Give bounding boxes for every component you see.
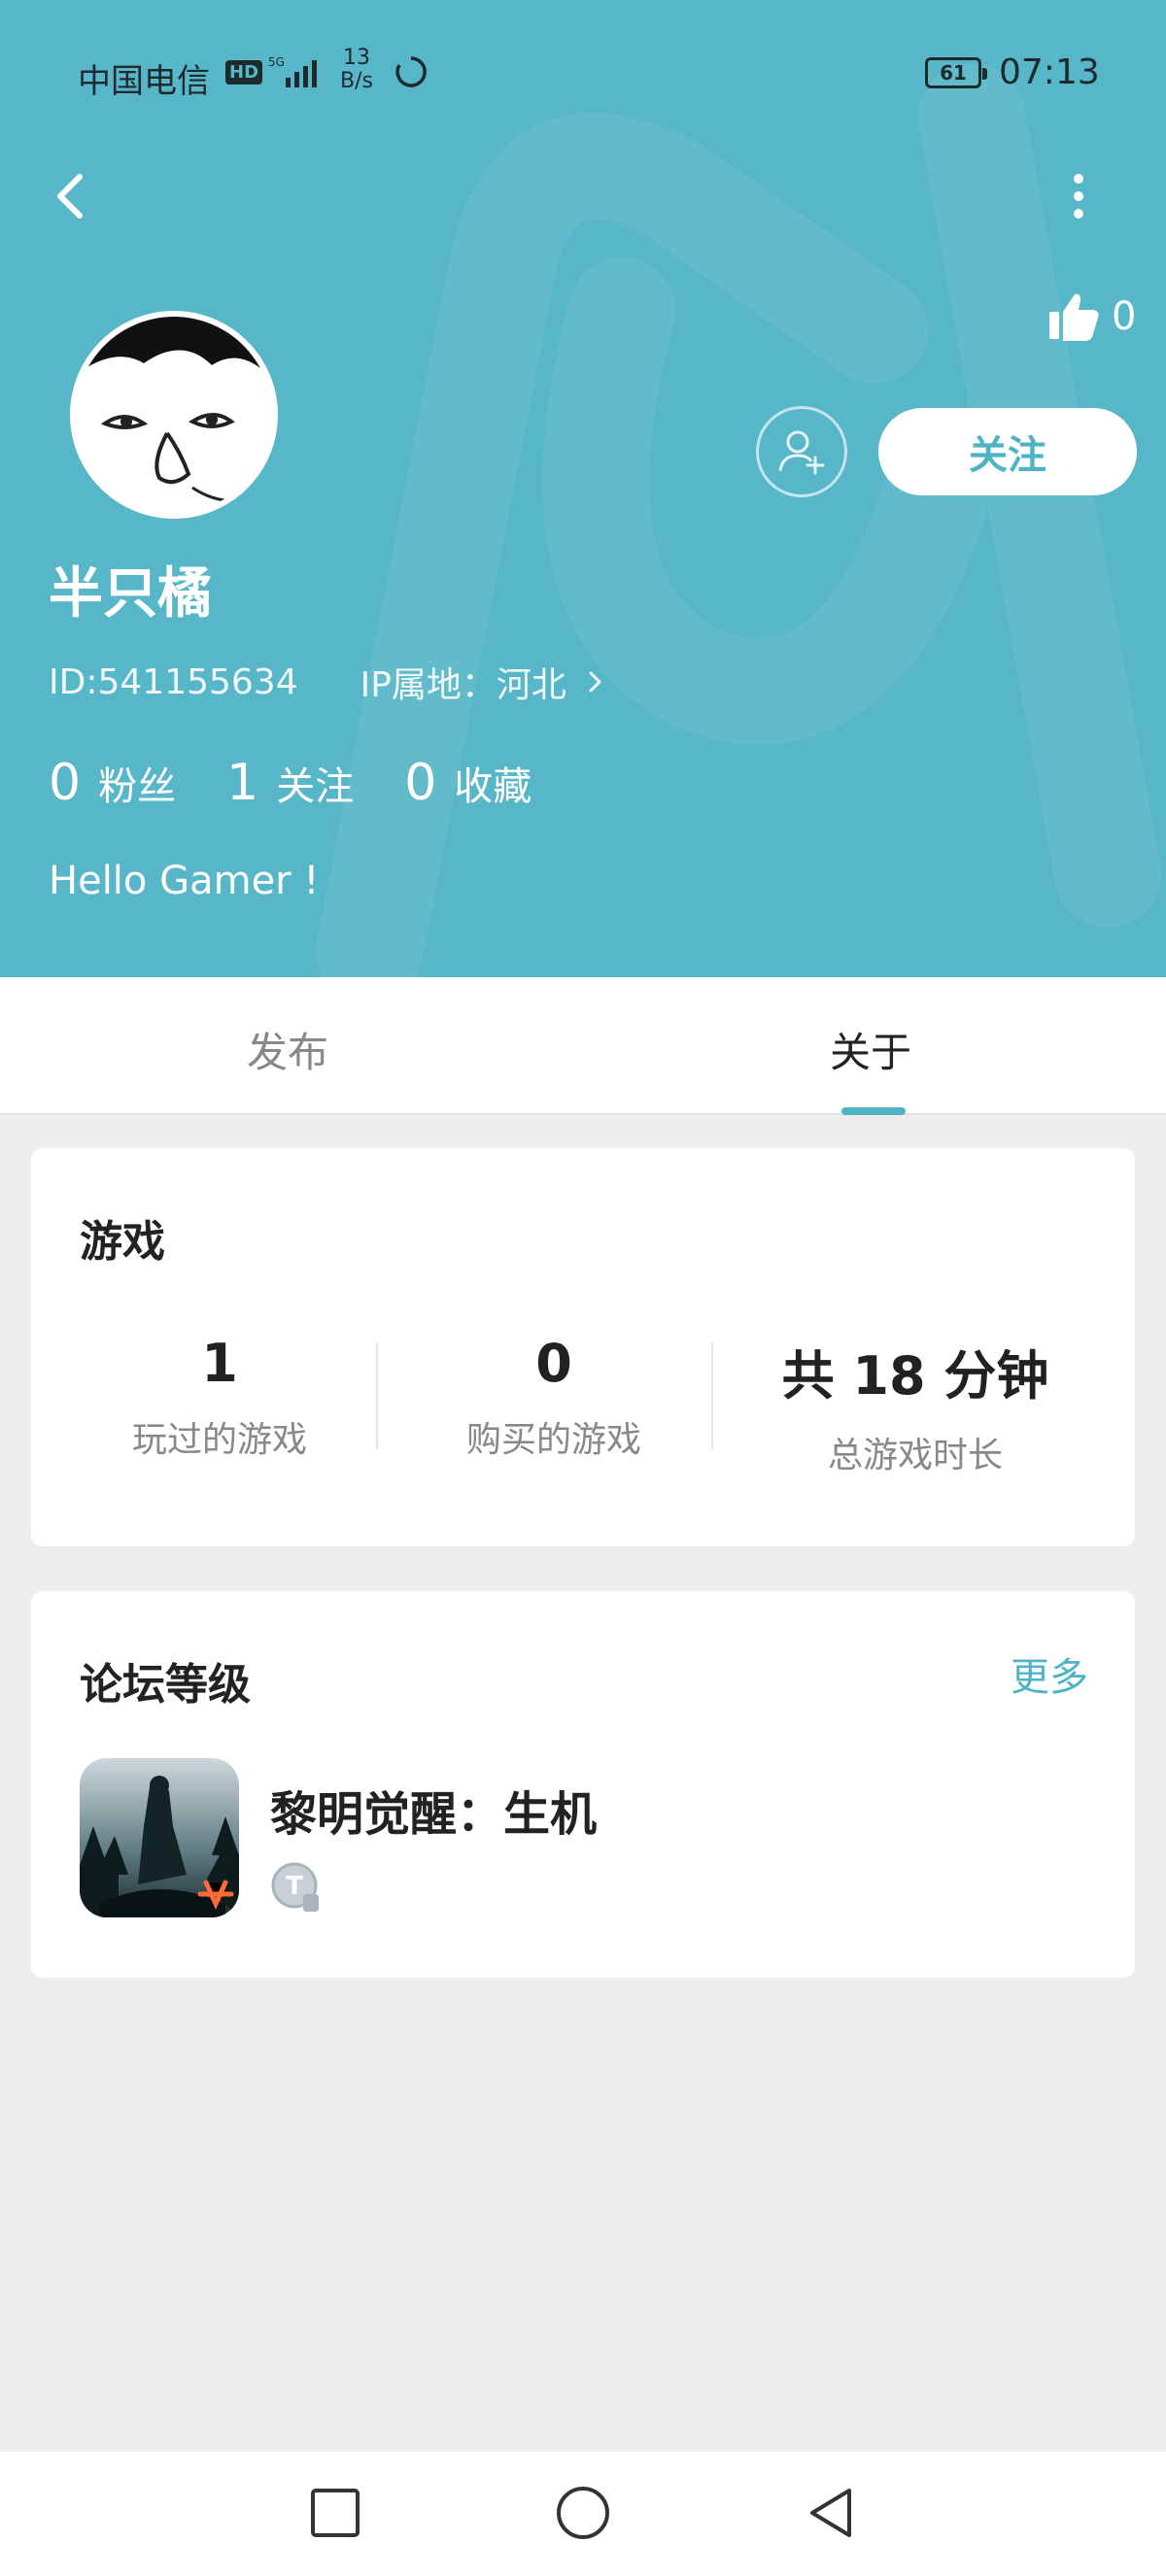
ip-location-link[interactable]: IP属地：河北 xyxy=(360,657,605,707)
played-games-stat[interactable]: 1 玩过的游戏 xyxy=(45,1333,394,1462)
game-name[interactable]: 黎明觉醒：生机 xyxy=(270,1776,597,1844)
network-speed-value: 13 xyxy=(342,46,370,70)
add-user-icon xyxy=(778,430,825,475)
total-playtime-label: 总游戏时长 xyxy=(827,1436,1003,1475)
level-badge-icon: T xyxy=(271,1862,319,1912)
purchased-games-label: 购买的游戏 xyxy=(465,1420,641,1460)
following-label[interactable]: 关注 xyxy=(276,755,354,811)
forum-card-title: 论坛等级 xyxy=(80,1660,251,1710)
avatar[interactable] xyxy=(70,311,278,519)
total-playtime-stat: 共 18 分钟 总游戏时长 xyxy=(740,1333,1090,1477)
forum-level-card: 论坛等级 更多 黎明觉醒：生机 T xyxy=(31,1591,1135,1978)
stat-divider xyxy=(711,1342,713,1449)
network-speed: 13 B/s xyxy=(340,47,373,93)
more-link[interactable]: 更多 xyxy=(1011,1645,1088,1702)
chevron-right-icon xyxy=(589,671,602,693)
avatar-image xyxy=(76,317,272,513)
followers-count[interactable]: 0 xyxy=(49,754,81,812)
more-options-button[interactable] xyxy=(1059,167,1098,225)
followers-label[interactable]: 粉丝 xyxy=(98,755,176,811)
svg-text:5G: 5G xyxy=(268,55,285,69)
game-icon[interactable] xyxy=(80,1758,239,1917)
played-games-label: 玩过的游戏 xyxy=(131,1420,307,1460)
network-speed-unit: B/s xyxy=(340,69,373,93)
system-nav-bar xyxy=(0,2452,1166,2576)
sync-icon xyxy=(395,56,427,87)
stat-divider xyxy=(376,1342,378,1449)
battery-icon: 61 xyxy=(925,57,987,88)
tab-about[interactable]: 关于 xyxy=(830,1020,911,1079)
signal-icon: 5G xyxy=(268,55,317,87)
level-badge-letter: T xyxy=(286,1872,303,1901)
carrier-name: 中国电信 xyxy=(78,62,210,101)
tab-posts[interactable]: 发布 xyxy=(247,1020,328,1079)
like-count: 0 xyxy=(1112,294,1137,339)
recent-apps-button[interactable] xyxy=(301,2479,369,2547)
like-button[interactable]: 0 xyxy=(1047,288,1136,346)
thumbs-up-icon xyxy=(1049,293,1099,341)
ip-location: IP属地：河北 xyxy=(360,665,566,705)
clock: 07:13 xyxy=(999,52,1100,92)
profile-stats: 0 粉丝 1 关注 0 收藏 xyxy=(49,754,582,812)
user-id: ID:541155634 xyxy=(49,661,298,702)
status-bar: 中国电信 HD 5G 13 B/s 61 07:13 xyxy=(0,0,1166,146)
hd-badge: HD xyxy=(225,60,263,85)
triangle-back-icon xyxy=(810,2489,851,2537)
follow-button[interactable]: 关注 xyxy=(878,408,1137,495)
back-button[interactable] xyxy=(43,167,101,225)
games-card: 游戏 1 玩过的游戏 0 购买的游戏 共 18 分钟 总游戏时长 xyxy=(31,1148,1135,1546)
back-nav-button[interactable] xyxy=(797,2479,865,2547)
home-button[interactable] xyxy=(549,2479,617,2547)
following-count[interactable]: 1 xyxy=(226,754,258,812)
profile-header: 中国电信 HD 5G 13 B/s 61 07:13 0 关注 半只橘 ID:5… xyxy=(0,0,1166,977)
profile-meta: ID:541155634 IP属地：河北 xyxy=(49,657,604,707)
favorites-count[interactable]: 0 xyxy=(404,754,436,812)
games-card-title: 游戏 xyxy=(80,1217,165,1267)
add-friend-button[interactable] xyxy=(756,406,847,497)
more-vertical-icon xyxy=(1074,174,1083,219)
active-tab-indicator xyxy=(841,1107,906,1115)
profile-tabs: 发布 关于 xyxy=(0,977,1166,1115)
favorites-label[interactable]: 收藏 xyxy=(454,755,532,811)
username: 半只橘 xyxy=(49,562,212,626)
played-games-value: 1 xyxy=(201,1333,238,1394)
bio: Hello Gamer ! xyxy=(49,859,320,903)
game-cover-image xyxy=(80,1758,239,1917)
total-playtime-value: 共 18 分钟 xyxy=(781,1345,1049,1407)
circle-icon xyxy=(557,2487,609,2539)
chevron-left-icon xyxy=(57,174,83,219)
purchased-games-value: 0 xyxy=(535,1333,572,1394)
purchased-games-stat[interactable]: 0 购买的游戏 xyxy=(379,1333,729,1462)
square-icon xyxy=(311,2489,360,2537)
level-badge: T xyxy=(270,1861,323,1914)
